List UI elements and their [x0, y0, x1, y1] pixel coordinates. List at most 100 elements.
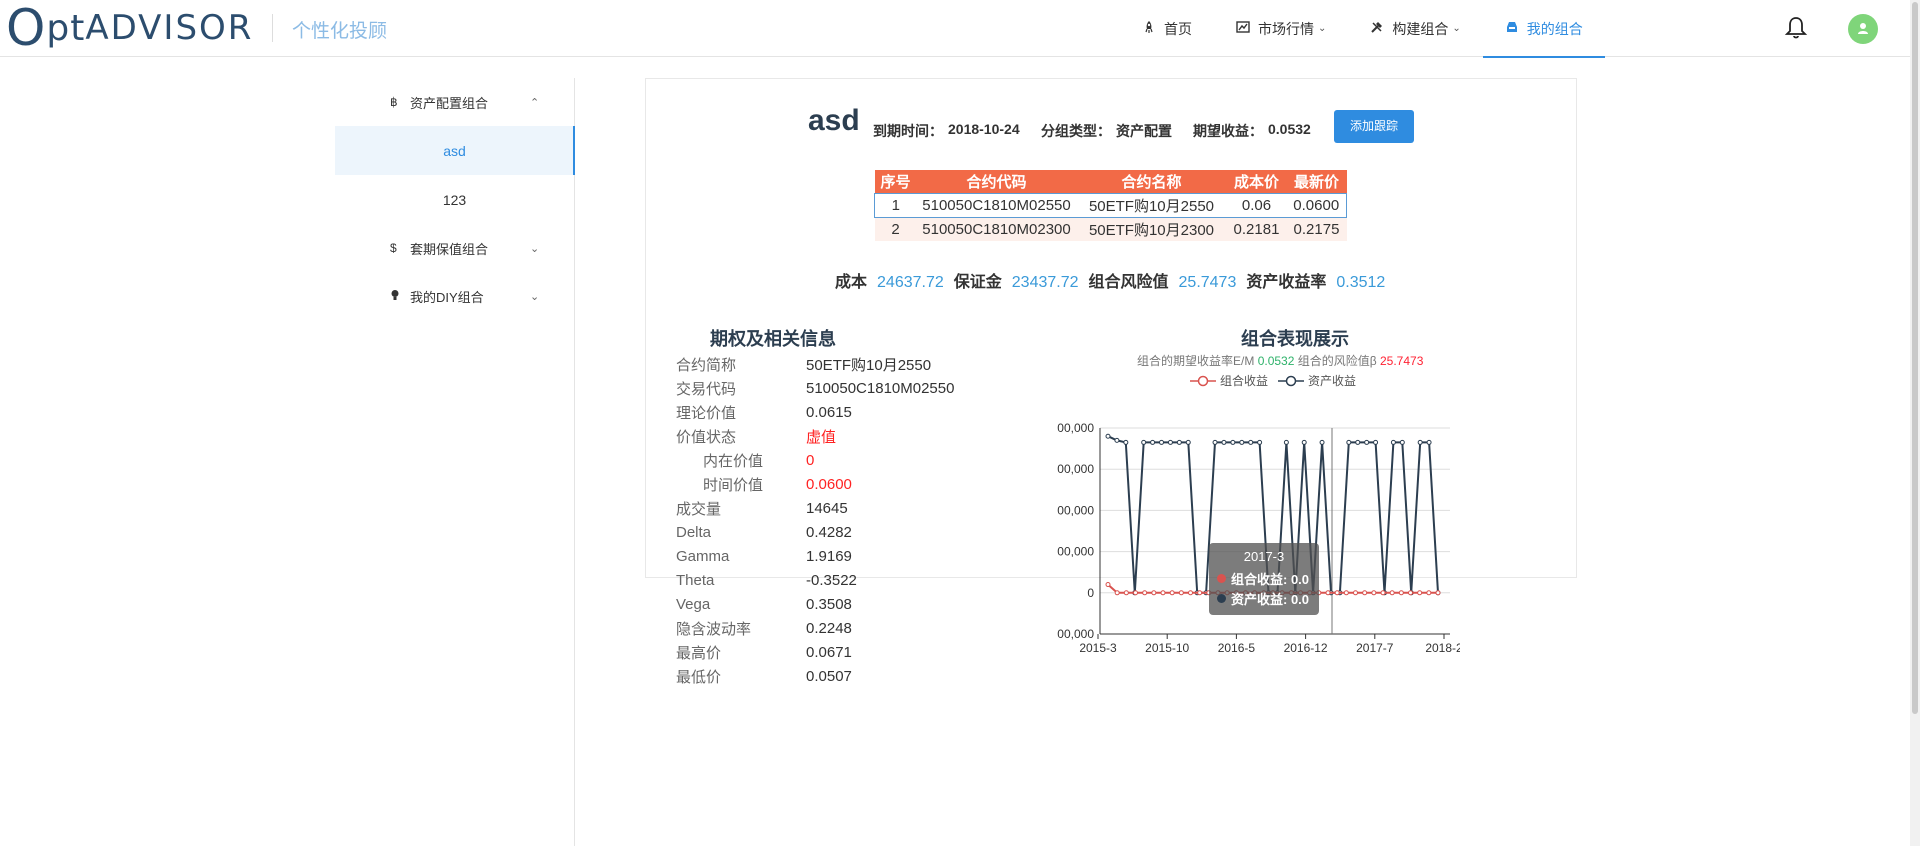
chart-subtitle: 组合的期望收益率E/M 0.0532 组合的风险值β 25.7473: [1137, 352, 1423, 369]
y-tick-label: 00,000: [1057, 503, 1094, 517]
data-point[interactable]: [1301, 439, 1307, 445]
info-row: 时间价值 0.0600: [676, 472, 954, 496]
data-point[interactable]: [1390, 439, 1396, 445]
sidebar-group-asset-allocation[interactable]: ฿ 资产配置组合 ⌃: [335, 78, 574, 126]
scrollbar-thumb[interactable]: [1912, 2, 1918, 714]
data-point[interactable]: [1426, 439, 1432, 445]
y-tick-label: 0: [1087, 586, 1094, 600]
data-point[interactable]: [1197, 590, 1203, 596]
nav-my-portfolio-label: 我的组合: [1526, 20, 1583, 37]
sidebar-group-diy[interactable]: 我的DIY组合 ⌄: [335, 272, 574, 320]
data-point[interactable]: [1355, 439, 1361, 445]
data-point[interactable]: [1362, 590, 1368, 596]
data-point[interactable]: [1105, 433, 1111, 439]
data-point[interactable]: [1133, 590, 1138, 596]
col-header: 序号: [874, 170, 917, 193]
legend-item-asset[interactable]: 资产收益: [1278, 372, 1356, 389]
data-point[interactable]: [1114, 437, 1120, 443]
data-point[interactable]: [1141, 439, 1147, 445]
user-avatar[interactable]: [1848, 14, 1878, 44]
data-point[interactable]: [1325, 590, 1331, 596]
info-row: 合约简称 50ETF购10月2550: [676, 352, 954, 376]
sidebar-item-123[interactable]: 123: [335, 175, 574, 224]
bitcoin-icon: ฿: [390, 95, 398, 109]
data-point[interactable]: [1248, 439, 1254, 445]
data-point[interactable]: [1150, 439, 1156, 445]
table-row[interactable]: 2 510050C1810M02300 50ETF购10月2300 0.2181…: [874, 217, 1347, 241]
data-point[interactable]: [1257, 439, 1263, 445]
cost-label: 成本: [835, 274, 868, 291]
data-point[interactable]: [1178, 590, 1184, 596]
tools-icon: [1370, 20, 1384, 37]
data-point[interactable]: [1399, 439, 1405, 445]
table-header-row: 序号 合约代码 合约名称 成本价 最新价: [874, 170, 1347, 193]
info-label: 内在价值: [703, 452, 764, 470]
info-value: 0.0507: [806, 667, 852, 685]
data-point[interactable]: [1435, 590, 1441, 596]
data-point[interactable]: [1343, 590, 1349, 596]
table-cell: 510050C1810M02300: [916, 217, 1077, 241]
tooltip-dot: [1217, 573, 1226, 583]
data-point[interactable]: [1417, 590, 1423, 596]
type-label: 分组类型：: [1041, 123, 1111, 139]
data-point[interactable]: [1417, 439, 1423, 445]
info-row: 价值状态 虚值: [676, 424, 954, 448]
nav-my-portfolio[interactable]: 我的组合: [1482, 0, 1605, 58]
data-point[interactable]: [1239, 439, 1245, 445]
data-point[interactable]: [1160, 590, 1166, 596]
legend-marker: [1278, 375, 1305, 386]
data-point[interactable]: [1151, 590, 1157, 596]
col-header: 最新价: [1286, 170, 1347, 193]
data-point[interactable]: [1188, 590, 1193, 596]
data-point[interactable]: [1334, 590, 1340, 596]
option-info-title: 期权及相关信息: [710, 329, 836, 349]
data-point[interactable]: [1408, 590, 1413, 596]
data-point[interactable]: [1283, 439, 1289, 445]
data-point[interactable]: [1371, 590, 1377, 596]
legend-label: 组合收益: [1220, 374, 1269, 388]
nav-build[interactable]: 构建组合 ⌄: [1348, 0, 1482, 57]
data-point[interactable]: [1123, 590, 1129, 596]
data-point[interactable]: [1373, 439, 1379, 445]
data-point[interactable]: [1212, 439, 1218, 445]
data-point[interactable]: [1123, 439, 1129, 445]
data-point[interactable]: [1169, 590, 1175, 596]
info-row: 最低价 0.0507: [676, 664, 954, 688]
data-point[interactable]: [1142, 590, 1148, 596]
table-row[interactable]: 1 510050C1810M02550 50ETF购10月2550 0.06 0…: [874, 192, 1347, 218]
legend-item-portfolio[interactable]: 组合收益: [1190, 372, 1268, 389]
data-point[interactable]: [1380, 590, 1386, 596]
expected-label: 期望收益：: [1193, 123, 1263, 139]
data-point[interactable]: [1346, 439, 1352, 445]
data-point[interactable]: [1353, 590, 1358, 596]
portfolio-stats: 成本 24637.72 保证金 23437.72 组合风险值 25.7473 资…: [835, 268, 1395, 292]
data-point[interactable]: [1389, 590, 1395, 596]
optadvisor-logo[interactable]: O pt ADVISOR: [6, 0, 253, 57]
data-point[interactable]: [1221, 439, 1227, 445]
info-label: Theta: [676, 571, 715, 589]
page-scrollbar[interactable]: [1910, 0, 1920, 846]
data-point[interactable]: [1319, 439, 1325, 445]
data-point[interactable]: [1230, 439, 1236, 445]
data-point[interactable]: [1364, 439, 1370, 445]
info-label: 交易代码: [676, 380, 737, 398]
sidebar-item-asd[interactable]: asd: [335, 126, 575, 175]
data-point[interactable]: [1159, 439, 1165, 445]
data-point[interactable]: [1185, 439, 1191, 445]
data-point[interactable]: [1398, 590, 1404, 596]
nav-home[interactable]: 首页: [1120, 0, 1214, 57]
data-point[interactable]: [1105, 582, 1111, 588]
table-cell: 0.06: [1226, 192, 1287, 218]
chart-tooltip: 2017-3 组合收益: 0.0 资产收益: 0.0: [1209, 543, 1319, 615]
add-tracking-button[interactable]: 添加跟踪: [1334, 110, 1414, 143]
sidebar-group-hedging[interactable]: $ 套期保值组合 ⌄: [335, 224, 574, 272]
performance-chart[interactable]: 00,00000,00000,00000,000000,0002015-3 201…: [1040, 418, 1460, 658]
info-label: Gamma: [676, 547, 730, 565]
data-point[interactable]: [1114, 590, 1120, 596]
data-point[interactable]: [1167, 439, 1173, 445]
risk-value: 25.7473: [1178, 274, 1237, 291]
data-point[interactable]: [1176, 439, 1182, 445]
data-point[interactable]: [1426, 590, 1432, 596]
bell-icon[interactable]: [1784, 15, 1808, 41]
nav-market[interactable]: 市场行情 ⌄: [1214, 0, 1348, 57]
